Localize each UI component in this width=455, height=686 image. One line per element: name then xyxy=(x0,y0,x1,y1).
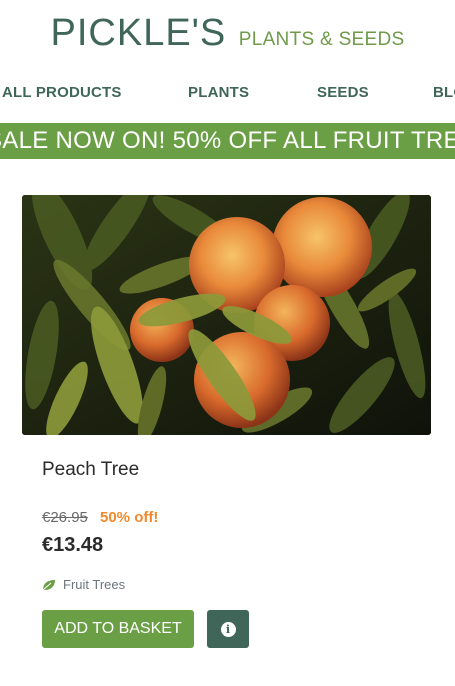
main-nav: ALL PRODUCTS PLANTS SEEDS BLOG xyxy=(0,84,455,106)
brand-name: PICKLE'S xyxy=(50,12,227,54)
product-info-button[interactable]: i xyxy=(207,610,249,648)
product-name: Peach Tree xyxy=(42,459,140,480)
nav-item-seeds[interactable]: SEEDS xyxy=(317,84,369,101)
category-link[interactable]: Fruit Trees xyxy=(42,577,125,592)
category-label: Fruit Trees xyxy=(63,577,126,592)
original-price: €26.95 xyxy=(42,509,88,526)
nav-item-all-products[interactable]: ALL PRODUCTS xyxy=(2,84,122,101)
brand-tagline: PLANTS & SEEDS xyxy=(238,29,405,50)
nav-item-plants[interactable]: PLANTS xyxy=(188,84,249,101)
sale-banner: SALE NOW ON! 50% OFF ALL FRUIT TREES xyxy=(0,123,455,159)
leaf-icon xyxy=(42,579,56,591)
nav-item-blog[interactable]: BLOG xyxy=(433,84,455,101)
discount-label: 50% off! xyxy=(100,509,159,526)
sale-banner-text: SALE NOW ON! 50% OFF ALL FRUIT TREES xyxy=(0,127,455,154)
sale-price: €13.48 xyxy=(42,534,104,556)
info-icon: i xyxy=(220,621,236,637)
add-to-basket-button[interactable]: ADD TO BASKET xyxy=(42,610,194,648)
brand-logo[interactable]: PICKLE'S PLANTS & SEEDS xyxy=(0,12,455,55)
peach-tree-photo[interactable] xyxy=(22,195,431,435)
